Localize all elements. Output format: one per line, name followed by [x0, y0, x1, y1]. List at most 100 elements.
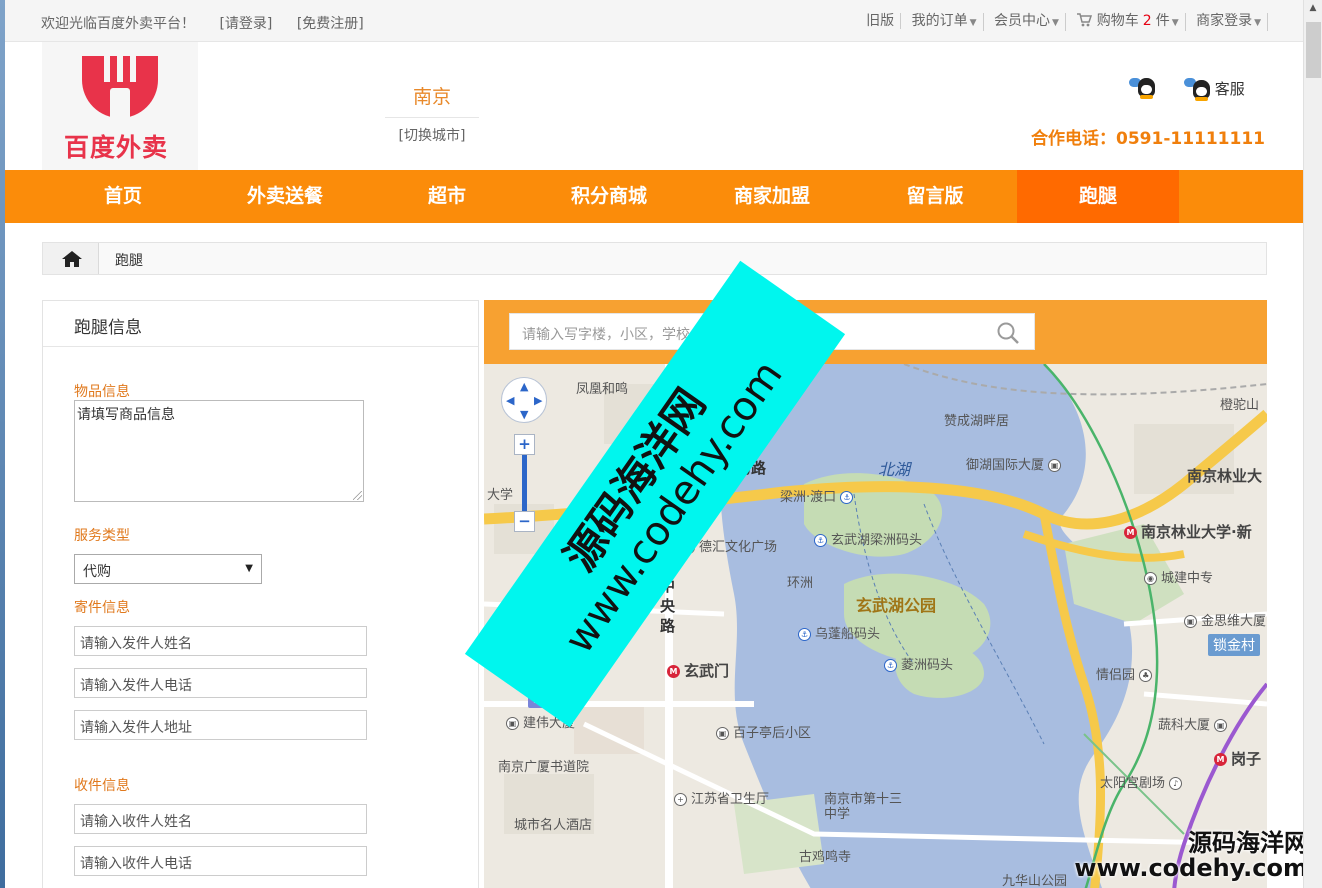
- map-label: ▣ 金思维大厦: [1184, 610, 1266, 629]
- sender-address-input[interactable]: 请输入发件人地址: [74, 710, 367, 740]
- cart-menu[interactable]: 购物车 2 件 ▼: [1070, 13, 1186, 31]
- nav-item-errand[interactable]: 跑腿: [1017, 170, 1179, 223]
- home-icon: [62, 251, 82, 267]
- map-label: 情侣园 ♣: [1096, 664, 1156, 683]
- building-icon: ▣: [716, 727, 729, 740]
- map-label: 九华山公园: [1002, 874, 1068, 888]
- nav-item-message-board[interactable]: 留言版: [854, 170, 1016, 223]
- nav-item-home[interactable]: 首页: [42, 170, 204, 223]
- anchor-icon: ⚓: [884, 659, 897, 672]
- nav-item-takeout[interactable]: 外卖送餐: [204, 170, 366, 223]
- metro-station-icon: M: [667, 665, 680, 678]
- map-label: 大学: [487, 488, 514, 503]
- hospital-icon: +: [674, 793, 687, 806]
- map-label: 蔬科大厦 ▣: [1158, 714, 1231, 733]
- zoom-in-button[interactable]: +: [514, 434, 535, 455]
- top-bar: 欢迎光临百度外卖平台！ [请登录] [免费注册] 旧版 我的订单 ▼ 会员中心 ▼ …: [5, 0, 1303, 42]
- map-label: ◉ 城建中专: [1144, 567, 1213, 586]
- page-scrollbar[interactable]: ▲: [1303, 0, 1322, 888]
- welcome-text: 欢迎光临百度外卖平台！: [41, 16, 195, 32]
- city-name: 南京: [385, 82, 479, 118]
- map-label: 南京林业大: [1187, 467, 1263, 485]
- merchant-login-menu[interactable]: 商家登录 ▼: [1190, 13, 1268, 31]
- receiver-phone-input[interactable]: 请输入收件人电话: [74, 846, 367, 876]
- city-selector: 南京 [切换城市]: [385, 82, 479, 145]
- dropdown-arrow-icon: ▼: [245, 563, 253, 574]
- qq-service-button[interactable]: 客服: [1184, 78, 1245, 101]
- panel-title: 跑腿信息: [43, 301, 478, 347]
- zoom-out-button[interactable]: −: [514, 511, 535, 532]
- chevron-down-icon: ▼: [1051, 18, 1059, 28]
- anchor-icon: ⚓: [840, 491, 854, 504]
- anchor-icon: ⚓: [814, 534, 827, 547]
- qq-service-button[interactable]: [1129, 78, 1155, 99]
- page: 欢迎光临百度外卖平台！ [请登录] [免费注册] 旧版 我的订单 ▼ 会员中心 ▼ …: [5, 0, 1303, 888]
- cart-count: 2: [1142, 13, 1152, 29]
- qq-icon: [1193, 80, 1210, 101]
- cooperation-phone: 合作电话：0591-11111111: [1031, 129, 1265, 149]
- nav-item-merchant-join[interactable]: 商家加盟: [691, 170, 853, 223]
- receiver-name-input[interactable]: 请输入收件人姓名: [74, 804, 367, 834]
- map-label: 环洲: [787, 576, 814, 591]
- nav-item-supermarket[interactable]: 超市: [366, 170, 528, 223]
- member-center-menu[interactable]: 会员中心 ▼: [988, 13, 1066, 31]
- map-pan-control[interactable]: ▲ ▼ ◀ ▶: [501, 377, 547, 423]
- map-label: ⚓ 菱洲码头: [884, 654, 953, 673]
- metro-station-icon: M: [1214, 753, 1227, 766]
- chevron-down-icon: ▼: [969, 18, 977, 28]
- breadcrumb-home[interactable]: [43, 243, 99, 274]
- chevron-down-icon: ▼: [1171, 18, 1179, 28]
- register-link[interactable]: [免费注册]: [297, 16, 364, 32]
- school-icon: ◉: [1144, 572, 1157, 585]
- chevron-down-icon: ▼: [1254, 18, 1261, 28]
- service-label: 客服: [1214, 80, 1245, 98]
- map-label: + 江苏省卫生厅: [674, 788, 769, 807]
- service-type-label: 服务类型: [74, 528, 130, 544]
- sender-phone-input[interactable]: 请输入发件人电话: [74, 668, 367, 698]
- goods-label: 物品信息: [74, 384, 130, 400]
- metro-station-icon: M: [1124, 526, 1137, 539]
- service-type-select[interactable]: 代购 ▼: [74, 554, 262, 584]
- site-logo[interactable]: 百度外卖: [42, 42, 198, 170]
- music-icon: ♪: [1169, 777, 1183, 790]
- search-icon[interactable]: [996, 321, 1020, 345]
- cart-icon: [1077, 13, 1093, 27]
- scroll-up-icon[interactable]: ▲: [1304, 0, 1322, 17]
- switch-city-link[interactable]: [切换城市]: [385, 125, 479, 145]
- map-label: ⚓ 玄武湖梁洲码头: [814, 529, 922, 548]
- map-label: 太阳宫剧场 ♪: [1100, 772, 1186, 791]
- sender-name-input[interactable]: 请输入发件人姓名: [74, 626, 367, 656]
- scrollbar-thumb[interactable]: [1306, 22, 1321, 78]
- map-label: 南京广厦书道院: [498, 760, 590, 775]
- breadcrumb-current: 跑腿: [115, 253, 143, 269]
- breadcrumb: 跑腿: [42, 242, 1267, 275]
- logo-text: 百度外卖: [64, 133, 169, 162]
- login-link[interactable]: [请登录]: [219, 16, 272, 32]
- map-label: 南京市第十三中学: [824, 792, 903, 822]
- errand-form-panel: 跑腿信息 物品信息 请填写商品信息 服务类型 代购 ▼ 寄件信息 请输入发件人姓…: [42, 300, 479, 888]
- area-tag: 锁金村: [1208, 634, 1260, 656]
- map-label: 古鸡鸣寺: [799, 850, 852, 865]
- park-icon: ♣: [1139, 669, 1153, 682]
- building-icon: ▣: [1214, 719, 1228, 732]
- map-label: 梁洲·渡口 ⚓: [780, 486, 857, 505]
- map-label: M 玄武门: [667, 660, 729, 681]
- map-label: 御湖国际大厦 ▣: [966, 454, 1065, 473]
- map-label: ▣ 百子亭后小区: [716, 722, 811, 741]
- map-label: ⚓ 乌蓬船码头: [798, 623, 880, 642]
- map-label: M 岗子: [1214, 748, 1261, 769]
- main-nav: 首页 外卖送餐 超市 积分商城 商家加盟 留言版 跑腿: [5, 170, 1303, 223]
- my-orders-menu[interactable]: 我的订单 ▼: [906, 13, 984, 31]
- header: 百度外卖 南京 [切换城市] 客服 合作电话：0591-11111111: [5, 42, 1303, 170]
- resize-grip-icon[interactable]: [353, 491, 362, 500]
- map-label: 赞成湖畔居: [944, 414, 1010, 429]
- map-label-park: 玄武湖公园: [856, 596, 937, 615]
- map-search-bar: 请输入写字楼，小区，学校: [484, 300, 1267, 364]
- old-version-link[interactable]: 旧版: [860, 13, 902, 29]
- map-label: 橙驼山: [1220, 398, 1260, 413]
- watermark-corner: 源码海洋网 www.codehy.com: [1074, 829, 1308, 882]
- anchor-icon: ⚓: [798, 628, 811, 641]
- goods-textarea[interactable]: 请填写商品信息: [74, 400, 364, 502]
- zoom-slider[interactable]: [522, 455, 527, 511]
- nav-item-points-mall[interactable]: 积分商城: [528, 170, 690, 223]
